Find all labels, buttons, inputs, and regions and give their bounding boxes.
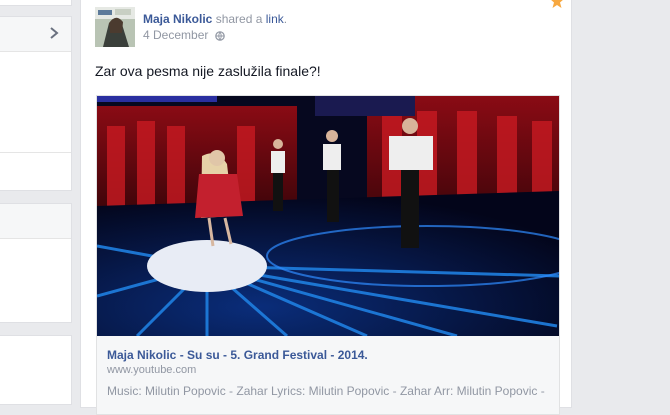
period: . [283, 12, 288, 26]
shared-link-attachment[interactable]: Maja Nikolic - Su su - 5. Grand Festival… [96, 95, 560, 415]
shared-link-title[interactable]: Maja Nikolic - Su su - 5. Grand Festival… [107, 348, 368, 362]
author-name[interactable]: Maja Nikolic [143, 12, 212, 26]
chevron-right-icon[interactable] [47, 26, 61, 40]
video-frame [97, 96, 559, 336]
left-card-header [0, 204, 71, 239]
video-thumbnail[interactable] [97, 96, 559, 336]
link-word[interactable]: link [266, 12, 284, 26]
avatar[interactable] [95, 7, 135, 47]
divider [0, 152, 71, 153]
left-card-menu [0, 16, 72, 191]
left-card-bottom [0, 335, 72, 405]
post-date[interactable]: 4 December [143, 28, 208, 42]
left-card-secondary [0, 203, 72, 323]
shared-link-description: Music: Milutin Popovic - Zahar Lyrics: M… [107, 384, 545, 398]
left-menu-row[interactable] [0, 17, 71, 52]
feed-post: Maja Nikolic shared a link. 4 December Z… [80, 0, 572, 415]
post-meta: 4 December [143, 28, 225, 42]
shared-text: shared a [212, 12, 266, 26]
left-card-top [0, 0, 72, 6]
post-header: Maja Nikolic shared a link. [143, 12, 287, 26]
post-message: Zar ova pesma nije zaslužila finale?! [95, 63, 321, 79]
globe-icon[interactable] [214, 31, 225, 41]
star-icon[interactable] [549, 0, 565, 9]
avatar-image [95, 7, 135, 47]
shared-link-domain: www.youtube.com [107, 364, 197, 376]
